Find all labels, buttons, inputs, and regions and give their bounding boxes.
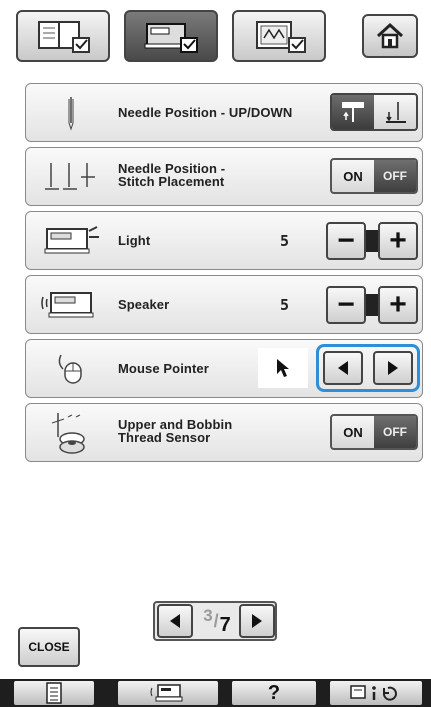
tab-machine-settings[interactable] <box>124 10 218 62</box>
setting-row-thread-sensor: Upper and Bobbin Thread Sensor ON OFF <box>25 403 423 462</box>
setting-row-needle-stitch: Needle Position - Stitch Placement ON OF… <box>25 147 423 206</box>
triangle-right-icon <box>388 361 398 375</box>
tab-general-settings[interactable] <box>16 10 110 62</box>
page-previous-button[interactable] <box>157 604 193 638</box>
light-increase-button[interactable]: + <box>378 222 418 260</box>
needle-down-option[interactable] <box>374 95 416 129</box>
machine-settings-icon <box>144 23 198 53</box>
current-page: 3 <box>203 606 213 625</box>
needle-up-icon <box>342 102 364 122</box>
home-button[interactable] <box>362 14 418 58</box>
page-indicator: 3 / 7 <box>197 605 237 637</box>
speaker-link-bar <box>366 294 378 316</box>
document-icon <box>46 682 62 704</box>
arrow-cursor-icon <box>277 359 289 377</box>
speaker-value: 5 <box>280 296 290 314</box>
speaker-increase-button[interactable]: + <box>378 286 418 324</box>
setting-row-speaker: Speaker 5 − + <box>25 275 423 334</box>
setting-row-light: Light 5 − + <box>25 211 423 270</box>
info-settings-icon <box>350 685 397 701</box>
light-label: Light <box>118 233 151 248</box>
light-link-bar <box>366 230 378 252</box>
needle-stitch-label: Needle Position - Stitch Placement <box>118 161 226 189</box>
triangle-left-icon <box>170 614 180 628</box>
stitch-placement-icon <box>32 152 110 202</box>
light-value: 5 <box>280 232 290 250</box>
speaker-label: Speaker <box>118 297 170 312</box>
sewing-machine-icon <box>150 684 183 702</box>
thread-sensor-toggle[interactable]: ON OFF <box>330 414 418 450</box>
speaker-icon <box>32 280 110 330</box>
manual-button[interactable] <box>14 681 94 705</box>
toggle-off-option[interactable]: OFF <box>374 160 416 192</box>
triangle-right-icon <box>252 614 262 628</box>
speaker-decrease-button[interactable]: − <box>326 286 366 324</box>
toggle-on-option[interactable]: ON <box>332 416 374 448</box>
bottom-bar: ? <box>0 679 431 707</box>
needle-up-option[interactable] <box>332 95 374 129</box>
thread-sensor-label: Upper and Bobbin Thread Sensor <box>118 417 233 445</box>
question-icon: ? <box>267 681 281 704</box>
home-icon <box>376 22 404 49</box>
toggle-on-option[interactable]: ON <box>332 160 374 192</box>
pointer-next-button[interactable] <box>373 351 413 385</box>
embroidery-settings-icon <box>256 21 306 53</box>
toggle-off-option[interactable]: OFF <box>374 416 416 448</box>
close-button[interactable]: CLOSE <box>18 627 80 667</box>
mouse-pointer-label: Mouse Pointer <box>118 361 209 376</box>
book-settings-icon <box>38 21 90 53</box>
mouse-icon <box>32 344 110 394</box>
needle-updown-toggle[interactable] <box>330 93 418 131</box>
needle-updown-label: Needle Position - UP/DOWN <box>118 105 293 120</box>
light-decrease-button[interactable]: − <box>326 222 366 260</box>
page-separator: / <box>213 610 219 631</box>
top-tab-bar <box>0 0 431 74</box>
triangle-left-icon <box>338 361 348 375</box>
setting-row-mouse-pointer: Mouse Pointer <box>25 339 423 398</box>
help-button[interactable]: ? <box>232 681 316 705</box>
needle-down-icon <box>386 102 406 123</box>
pointer-selector-highlight <box>316 344 420 392</box>
setting-row-needle-updown: Needle Position - UP/DOWN <box>25 83 423 142</box>
info-button[interactable] <box>330 681 422 705</box>
total-pages: 7 <box>219 613 231 636</box>
tab-embroidery-settings[interactable] <box>232 10 326 62</box>
page-navigator: 3 / 7 <box>153 601 277 641</box>
needle-stitch-toggle[interactable]: ON OFF <box>330 158 418 194</box>
light-icon <box>32 216 110 266</box>
thread-sensor-icon <box>32 408 110 458</box>
needle-icon <box>32 88 110 138</box>
page-next-button[interactable] <box>239 604 275 638</box>
pointer-preview <box>258 348 308 388</box>
machine-view-button[interactable] <box>118 681 218 705</box>
pointer-previous-button[interactable] <box>323 351 363 385</box>
